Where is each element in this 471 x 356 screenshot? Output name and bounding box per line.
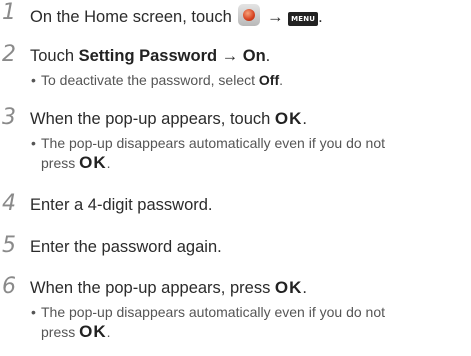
step-number: 1 [2, 0, 16, 25]
home-app-icon [238, 4, 261, 26]
step-text: When the pop-up appears, touch OK. [30, 109, 307, 129]
step-text: Enter a 4-digit password. [30, 196, 213, 214]
arrow: → [266, 8, 284, 26]
sub-text: To deactivate the password, select [41, 72, 259, 88]
step-text: When the pop-up appears, press OK. [30, 278, 307, 298]
step-number: 3 [2, 105, 16, 130]
step-text-post: . [302, 110, 308, 128]
sub-bullet: • The pop-up disappears automatically eve… [31, 134, 461, 173]
setting-password-label: Setting Password [78, 47, 218, 65]
sub-text-line1: The pop-up disappears automatically even… [41, 304, 385, 320]
ok-label: OK [274, 109, 303, 128]
bullet-icon: • [31, 304, 36, 320]
off-label: Off [258, 72, 280, 88]
sub-bullet: • The pop-up disappears automatically eve… [31, 303, 461, 342]
step-text-pre: When the pop-up appears, touch [30, 110, 275, 128]
bullet-icon: • [31, 135, 36, 151]
sub-text-line2: press [41, 324, 80, 340]
sub-text-post: . [106, 324, 111, 340]
step-number: 5 [2, 233, 16, 258]
step-text: Enter the password again. [30, 238, 222, 256]
sub-text-line1: The pop-up disappears automatically even… [41, 135, 385, 151]
step-text-pre: When the pop-up appears, press [30, 279, 275, 297]
arrow: → [217, 47, 243, 65]
ok-label: OK [79, 322, 107, 341]
step-text-pre: On the Home screen, touch [30, 8, 232, 26]
step-text-pre: Touch [30, 47, 79, 65]
menu-key-icon: MENU [288, 12, 319, 26]
sub-text-post: . [279, 72, 284, 88]
sub-text-line2: press [41, 155, 80, 171]
step-number: 4 [2, 191, 16, 216]
bullet-icon: • [31, 72, 36, 88]
step-text-post: . [302, 279, 307, 297]
sub-bullet: • To deactivate the password, select Off. [31, 71, 461, 90]
step-text: Touch Setting Password → On. [30, 46, 270, 66]
step-text: On the Home screen, touch → MENU. [30, 4, 323, 27]
ok-label: OK [79, 153, 107, 172]
step-text-post: . [265, 47, 271, 65]
sub-text-post: . [106, 155, 111, 171]
step-text-post: . [318, 8, 323, 26]
step-number: 6 [2, 274, 16, 299]
on-label: On [242, 47, 266, 65]
ok-label: OK [274, 278, 303, 297]
step-number: 2 [2, 42, 16, 67]
